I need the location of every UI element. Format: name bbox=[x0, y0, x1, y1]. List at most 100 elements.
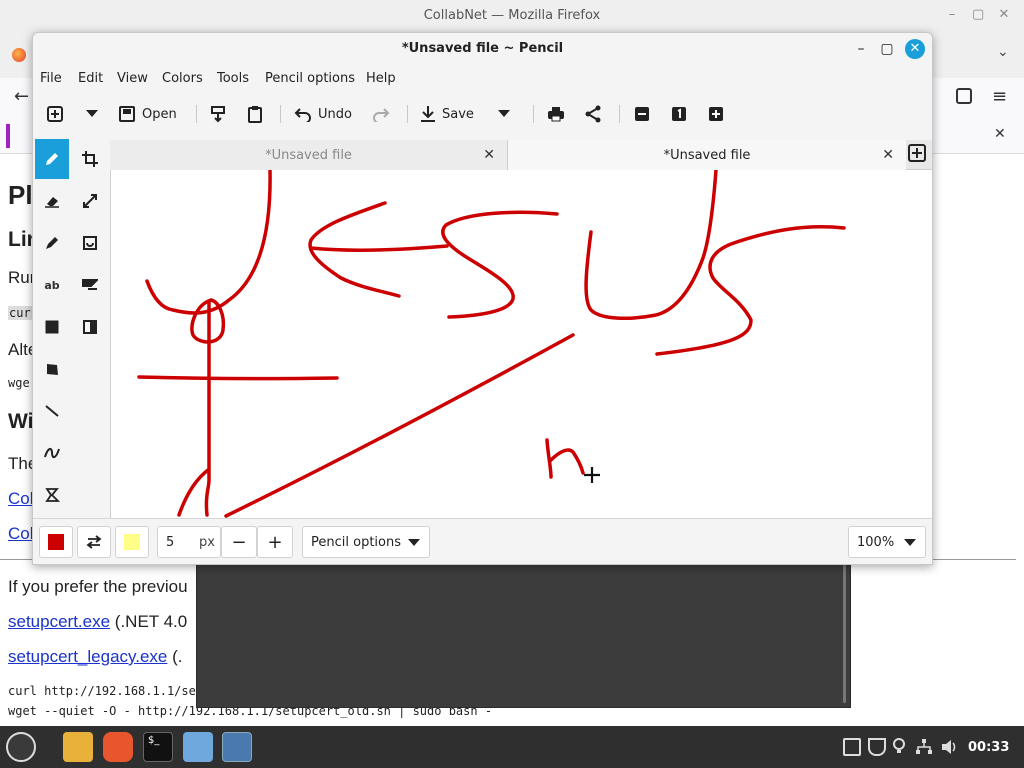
pencil-options-dropdown[interactable]: Pencil options bbox=[302, 526, 430, 558]
new-button[interactable] bbox=[46, 104, 64, 124]
tab-close-icon[interactable]: ✕ bbox=[483, 147, 495, 163]
secondary-color-button[interactable] bbox=[115, 526, 149, 558]
tab-unsaved-file-2[interactable]: *Unsaved file ✕ bbox=[508, 140, 906, 170]
save-dropdown-button[interactable] bbox=[498, 104, 510, 124]
rectangle-select-tool[interactable] bbox=[35, 307, 69, 347]
shape-tool[interactable] bbox=[35, 475, 69, 515]
rotate-tool[interactable] bbox=[73, 223, 107, 263]
filters-tool[interactable] bbox=[73, 307, 107, 347]
crop-tool[interactable] bbox=[73, 139, 107, 179]
curve-tool[interactable] bbox=[35, 433, 69, 473]
size-input[interactable]: 5 px bbox=[157, 526, 221, 558]
redo-button[interactable] bbox=[372, 104, 390, 124]
menu-file[interactable]: File bbox=[40, 71, 62, 86]
text-tool[interactable]: ab bbox=[35, 265, 69, 305]
menu-bar: File Edit View Colors Tools Pencil optio… bbox=[33, 67, 932, 91]
menu-view[interactable]: View bbox=[117, 71, 148, 86]
toolbar: Open Undo Save bbox=[33, 97, 932, 131]
code-snippet: cur bbox=[8, 306, 32, 320]
open-label: Open bbox=[142, 106, 177, 122]
skew-tool[interactable] bbox=[73, 265, 107, 305]
secondary-color-swatch bbox=[124, 534, 140, 550]
print-button[interactable] bbox=[547, 104, 565, 124]
eraser-tool[interactable] bbox=[35, 181, 69, 221]
zoom-original-button[interactable] bbox=[671, 104, 687, 124]
export-button[interactable] bbox=[210, 104, 226, 124]
free-select-icon bbox=[47, 364, 58, 375]
mint-menu-icon[interactable] bbox=[6, 732, 36, 762]
pencil-taskbar-icon[interactable] bbox=[222, 732, 252, 762]
increase-size-button[interactable]: + bbox=[257, 526, 293, 558]
main-color-button[interactable] bbox=[39, 526, 73, 558]
redo-icon bbox=[373, 108, 390, 122]
network-tray-icon[interactable] bbox=[915, 738, 933, 756]
menu-colors[interactable]: Colors bbox=[162, 71, 203, 86]
toolbar-separator bbox=[196, 105, 197, 123]
lightbulb-tray-icon[interactable] bbox=[892, 738, 910, 756]
minimize-icon[interactable]: – bbox=[851, 39, 871, 59]
volume-tray-icon[interactable] bbox=[940, 738, 958, 756]
pencil-window: *Unsaved file ~ Pencil – ▢ ✕ File Edit V… bbox=[32, 32, 933, 565]
zoom-out-button[interactable] bbox=[634, 104, 650, 124]
highlighter-tool[interactable] bbox=[35, 223, 69, 263]
open-button[interactable]: Open bbox=[118, 104, 177, 124]
close-icon[interactable]: ✕ bbox=[905, 39, 925, 59]
crop-icon bbox=[82, 151, 98, 167]
exchange-colors-button[interactable] bbox=[77, 526, 111, 558]
decrease-size-button[interactable]: − bbox=[221, 526, 257, 558]
drawing-canvas[interactable] bbox=[110, 170, 932, 518]
shield-tray-icon[interactable] bbox=[868, 738, 886, 756]
list-all-tabs-icon[interactable]: ⌄ bbox=[997, 44, 1009, 60]
terminal-icon[interactable]: $_ bbox=[143, 732, 173, 762]
tab-unsaved-file-1[interactable]: *Unsaved file ✕ bbox=[110, 140, 508, 170]
file-manager-icon[interactable] bbox=[183, 732, 213, 762]
free-select-tool[interactable] bbox=[35, 349, 69, 389]
collabnet-link-2[interactable]: Col bbox=[8, 524, 34, 543]
zoom-dropdown[interactable]: 100% bbox=[848, 526, 926, 558]
swap-icon bbox=[86, 535, 102, 549]
line-tool[interactable] bbox=[35, 391, 69, 431]
collabnet-link-1[interactable]: Col bbox=[8, 489, 34, 508]
firefox-taskbar-icon[interactable] bbox=[103, 732, 133, 762]
minus-icon bbox=[635, 107, 649, 121]
new-tab-button[interactable] bbox=[908, 144, 930, 166]
undo-button[interactable]: Undo bbox=[294, 104, 352, 124]
tool-options-bar: 5 px − + Pencil options 100% bbox=[33, 518, 932, 564]
back-icon[interactable]: ← bbox=[14, 86, 29, 107]
files-icon[interactable] bbox=[63, 732, 93, 762]
scrollbar[interactable] bbox=[843, 565, 846, 703]
notification-close-icon[interactable]: ✕ bbox=[994, 126, 1006, 142]
menu-edit[interactable]: Edit bbox=[78, 71, 103, 86]
scale-tool[interactable] bbox=[73, 181, 107, 221]
menu-tools[interactable]: Tools bbox=[217, 71, 249, 86]
clipboard-button[interactable] bbox=[247, 104, 263, 124]
pencil-tool[interactable] bbox=[35, 139, 69, 179]
extensions-icon[interactable] bbox=[956, 88, 972, 104]
clock[interactable]: 00:33 bbox=[968, 740, 1009, 755]
toolbar-separator bbox=[619, 105, 620, 123]
curl-command: curl http://192.168.1.1/se bbox=[8, 684, 196, 698]
minimize-icon[interactable]: – bbox=[946, 8, 958, 21]
menu-icon[interactable]: ≡ bbox=[992, 86, 1007, 107]
menu-pencil-options[interactable]: Pencil options bbox=[265, 71, 355, 86]
maximize-icon[interactable]: ▢ bbox=[972, 8, 984, 21]
clipboard-tray-icon[interactable] bbox=[843, 738, 861, 756]
tab-label: *Unsaved file bbox=[265, 148, 352, 163]
new-dropdown-button[interactable] bbox=[86, 104, 98, 124]
menu-help[interactable]: Help bbox=[366, 71, 396, 86]
maximize-icon[interactable]: ▢ bbox=[877, 39, 897, 59]
share-button[interactable] bbox=[584, 104, 602, 124]
one-icon bbox=[672, 107, 686, 121]
crosshair-cursor-icon bbox=[584, 467, 600, 483]
plus-icon bbox=[709, 107, 723, 121]
prefer-text: If you prefer the previou bbox=[8, 577, 188, 596]
tab-close-icon[interactable]: ✕ bbox=[882, 147, 894, 163]
size-unit: px bbox=[199, 534, 215, 550]
save-button[interactable]: Save bbox=[420, 104, 474, 124]
background-dark-window[interactable] bbox=[196, 558, 851, 708]
setupcert-legacy-link[interactable]: setupcert_legacy.exe bbox=[8, 647, 167, 666]
zoom-in-button[interactable] bbox=[708, 104, 724, 124]
setupcert-link[interactable]: setupcert.exe bbox=[8, 612, 110, 631]
close-icon[interactable]: ✕ bbox=[998, 8, 1010, 21]
chevron-down-icon bbox=[86, 110, 98, 117]
